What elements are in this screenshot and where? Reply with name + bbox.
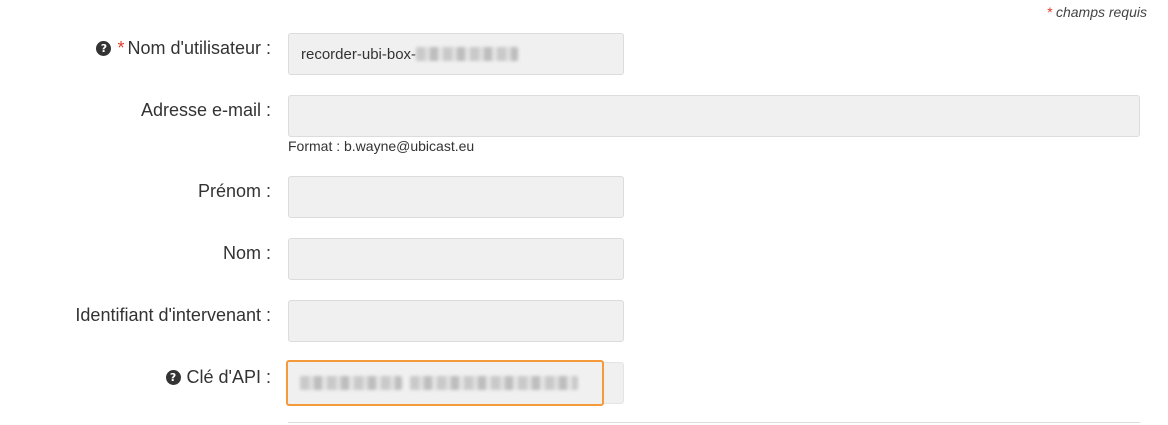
first-name-label: Prénom : xyxy=(197,181,271,201)
user-form: * champs requis ? * Nom d'utilisateur : … xyxy=(0,0,1168,425)
username-value: recorder-ubi-box- xyxy=(301,45,417,63)
api-key-field[interactable] xyxy=(286,360,604,406)
last-name-field[interactable] xyxy=(288,238,624,280)
question-circle-icon[interactable]: ? xyxy=(96,40,112,56)
question-circle-icon[interactable]: ? xyxy=(165,369,181,385)
last-name-label: Nom : xyxy=(222,243,271,263)
username-redacted xyxy=(416,47,519,61)
email-field[interactable] xyxy=(288,95,1140,137)
first-name-field[interactable] xyxy=(288,176,624,218)
username-required-star: * xyxy=(117,38,125,58)
api-key-label-text: Clé d'API : xyxy=(186,367,271,387)
required-note-text: champs requis xyxy=(1055,4,1147,20)
email-label: Adresse e-mail : xyxy=(140,100,271,120)
required-star: * xyxy=(1046,4,1053,20)
email-format-hint: Format : b.wayne@ubicast.eu xyxy=(288,138,475,154)
api-key-redacted-part2 xyxy=(410,376,578,390)
api-key-redacted-part1 xyxy=(300,376,402,390)
api-key-label: ? Clé d'API : xyxy=(165,366,271,388)
username-label-text: Nom d'utilisateur : xyxy=(127,38,272,58)
username-label: ? * Nom d'utilisateur : xyxy=(96,37,271,59)
speaker-id-field[interactable] xyxy=(288,300,624,342)
next-field-edge xyxy=(288,422,1140,423)
speaker-id-label: Identifiant d'intervenant : xyxy=(75,305,271,325)
username-field[interactable]: recorder-ubi-box- xyxy=(288,33,624,75)
required-fields-note: * champs requis xyxy=(1047,4,1147,20)
